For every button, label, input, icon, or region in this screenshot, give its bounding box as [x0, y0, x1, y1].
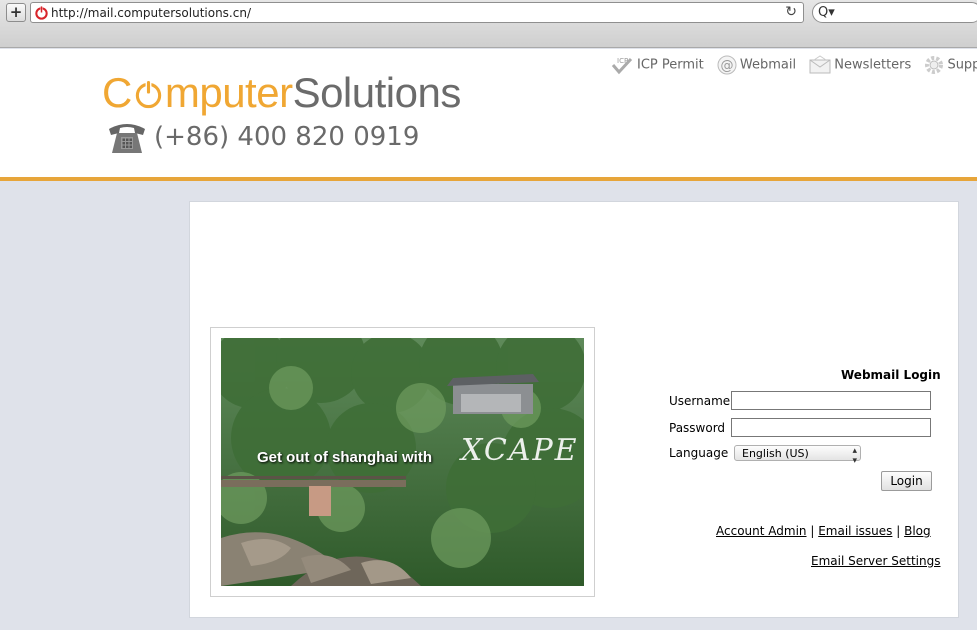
header-divider	[0, 177, 977, 181]
new-tab-button[interactable]: +	[6, 3, 26, 22]
footer-links: Account Admin | Email issues | Blog	[716, 524, 931, 538]
promo-text: Get out of shanghai with	[257, 449, 432, 466]
blog-link[interactable]: Blog	[904, 524, 931, 538]
gear-icon	[925, 56, 944, 74]
nav-webmail[interactable]: @ Webmail	[716, 55, 796, 75]
address-bar[interactable]: http://mail.computersolutions.cn/ ↻	[30, 2, 804, 23]
search-icon[interactable]: Q▾	[818, 5, 835, 20]
logo-text-c: C	[102, 69, 132, 116]
nav-label: Newsletters	[834, 57, 912, 73]
power-o-icon	[135, 79, 162, 109]
nav-label: Webmail	[739, 57, 797, 73]
at-icon: @	[717, 55, 737, 75]
promo-banner[interactable]: Get out of shanghai with XCAPE	[210, 327, 595, 597]
account-admin-link[interactable]: Account Admin	[716, 524, 807, 538]
nav-label: ICP Permit	[637, 57, 704, 73]
logo-text-solutions: Solutions	[292, 69, 462, 116]
server-settings-row: Email Server Settings	[811, 554, 941, 568]
email-server-settings-link[interactable]: Email Server Settings	[811, 554, 941, 568]
top-nav: ICP ICP Permit @ Webmail Newsletters Sup…	[611, 55, 977, 75]
login-button[interactable]: Login	[881, 471, 932, 491]
nav-newsletters[interactable]: Newsletters	[808, 55, 911, 75]
envelope-icon	[809, 55, 831, 74]
username-input[interactable]	[731, 391, 931, 410]
search-input[interactable]: Q▾	[812, 2, 977, 23]
browser-toolbar: + http://mail.computersolutions.cn/ ↻ Q▾	[0, 0, 977, 48]
email-issues-link[interactable]: Email issues	[818, 524, 892, 538]
nav-support[interactable]: Suppo	[923, 55, 977, 75]
password-label: Password	[669, 421, 726, 435]
power-icon	[35, 5, 48, 20]
select-arrows-icon: ▴ ▾	[852, 446, 857, 466]
password-input[interactable]	[731, 418, 931, 437]
promo-photo: Get out of shanghai with XCAPE	[221, 338, 584, 586]
url-text: http://mail.computersolutions.cn/	[51, 6, 251, 20]
phone-contact: (+86) 400 820 0919	[106, 119, 419, 155]
login-title: Webmail Login	[841, 368, 941, 382]
phone-number: (+86) 400 820 0919	[154, 122, 420, 152]
nav-label: Suppo	[947, 57, 977, 73]
site-logo[interactable]: C mputerSolutions	[102, 69, 461, 117]
link-separator: |	[810, 524, 815, 538]
language-label: Language	[669, 446, 729, 460]
username-label: Username	[669, 394, 731, 408]
content-panel: Get out of shanghai with XCAPE Webmail L…	[189, 201, 959, 618]
svg-text:@: @	[720, 59, 733, 74]
xcape-brand: XCAPE	[461, 433, 579, 468]
language-value: English (US)	[742, 447, 809, 460]
link-separator: |	[896, 524, 901, 538]
language-select[interactable]: English (US) ▴ ▾	[734, 445, 861, 466]
icp-check-icon: ICP	[611, 57, 633, 75]
reload-icon[interactable]: ↻	[785, 4, 797, 20]
logo-text-mputer: mputer	[164, 69, 293, 116]
nav-icp-permit[interactable]: ICP ICP Permit	[611, 55, 704, 75]
telephone-icon	[109, 124, 145, 153]
